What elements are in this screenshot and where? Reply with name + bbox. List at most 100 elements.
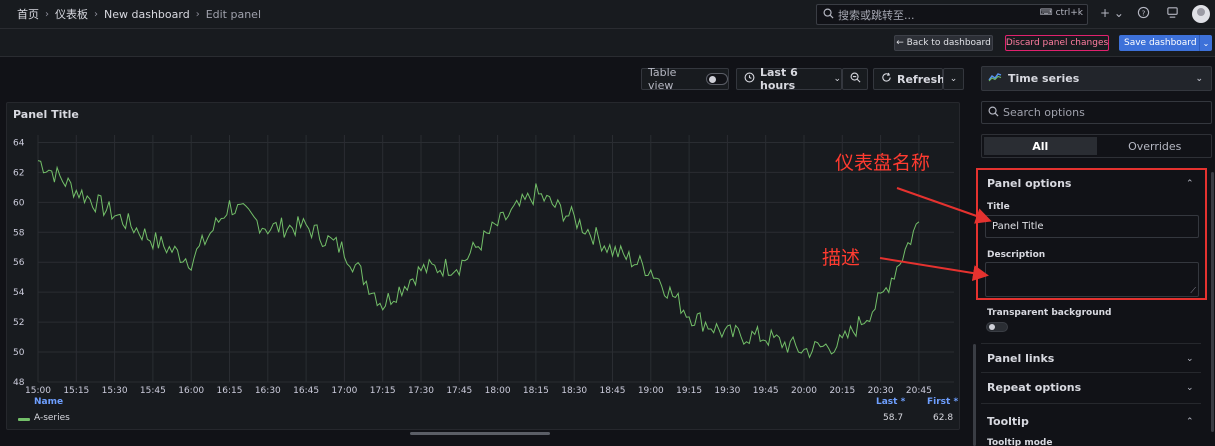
x-tick-label: 18:45 <box>600 386 626 396</box>
back-to-dashboard-button[interactable]: ← Back to dashboard <box>894 35 993 51</box>
legend-series-name[interactable]: A-series <box>34 413 70 423</box>
title-input-value: Panel Title <box>992 221 1044 232</box>
x-tick-label: 19:15 <box>676 386 702 396</box>
table-view-switch[interactable] <box>706 73 728 85</box>
refresh-button[interactable]: Refresh <box>873 68 945 90</box>
options-tabs: All Overrides <box>981 134 1212 158</box>
x-tick-label: 18:00 <box>485 386 511 396</box>
chevron-right-icon: › <box>94 8 98 20</box>
transparent-label: Transparent background <box>987 308 1112 318</box>
annotation-name-label: 仪表盘名称 <box>835 152 931 174</box>
search-icon <box>823 8 834 22</box>
y-tick-label: 48 <box>13 378 25 388</box>
legend-last-header[interactable]: Last * <box>876 397 905 407</box>
news-icon[interactable] <box>1166 6 1179 22</box>
chevron-down-icon[interactable]: ⌄ <box>1186 354 1194 364</box>
keyboard-icon: ⌨ <box>1039 8 1053 18</box>
y-tick-label: 60 <box>13 198 25 208</box>
discard-panel-changes-button[interactable]: Discard panel changes <box>1005 35 1109 51</box>
x-tick-label: 19:45 <box>753 386 779 396</box>
viz-type-label: Time series <box>1008 72 1080 85</box>
breadcrumb-home[interactable]: 首页 <box>17 6 39 22</box>
breadcrumb-current: Edit panel <box>205 7 262 21</box>
x-tick-label: 20:30 <box>868 386 894 396</box>
save-dashboard-button[interactable]: Save dashboard ⌄ <box>1119 35 1212 51</box>
description-textarea[interactable]: ⟋ <box>985 262 1199 297</box>
chevron-right-icon: › <box>45 8 49 20</box>
legend-name-header[interactable]: Name <box>34 397 63 407</box>
refresh-interval-picker[interactable]: ⌄ <box>943 68 964 90</box>
y-tick-label: 62 <box>13 168 24 178</box>
divider <box>981 403 1201 404</box>
x-tick-label: 15:15 <box>63 386 89 396</box>
tab-all[interactable]: All <box>984 137 1097 155</box>
refresh-label: Refresh <box>897 72 945 86</box>
transparent-switch[interactable] <box>986 322 1008 332</box>
legend-series-swatch <box>18 418 30 421</box>
table-view-label: Table view <box>648 66 677 92</box>
horizontal-scrollbar[interactable] <box>410 432 550 435</box>
chevron-down-icon[interactable]: ⌄ <box>1186 383 1194 393</box>
pane-splitter[interactable] <box>973 344 976 446</box>
search-options-input[interactable]: Search options <box>981 101 1212 124</box>
zoom-out-button[interactable] <box>842 68 868 90</box>
x-tick-label: 17:45 <box>446 386 472 396</box>
search-icon <box>988 106 999 120</box>
x-tick-label: 20:00 <box>791 386 817 396</box>
global-search[interactable]: 搜索或跳转至... ⌨ ctrl+k <box>816 4 1088 25</box>
zoom-out-icon <box>850 72 861 86</box>
plus-icon[interactable]: + ⌄ <box>1100 6 1124 20</box>
time-range-label: Last 6 hours <box>760 66 798 92</box>
y-tick-label: 56 <box>13 258 25 268</box>
chevron-right-icon: › <box>195 8 200 20</box>
title-input[interactable]: Panel Title <box>985 215 1199 238</box>
annotation-desc-label: 描述 <box>822 247 861 269</box>
resize-handle-icon[interactable]: ⟋ <box>1190 286 1196 296</box>
time-range-picker[interactable]: Last 6 hours ⌄ <box>736 66 842 92</box>
y-tick-label: 58 <box>13 228 25 238</box>
refresh-icon <box>881 72 892 86</box>
y-tick-label: 64 <box>13 138 25 148</box>
search-options-placeholder: Search options <box>1003 106 1085 119</box>
panel: Panel Title 48 50 52 54 56 58 60 62 64 15:00 15:15… <box>6 102 960 430</box>
chevron-down-icon[interactable]: ⌄ <box>1199 35 1212 51</box>
breadcrumb-dashboard[interactable]: New dashboard <box>104 8 190 21</box>
table-view-toggle[interactable]: Table view <box>641 66 729 92</box>
chevron-up-icon[interactable]: ⌃ <box>1186 179 1194 189</box>
x-tick-label: 15:45 <box>140 386 166 396</box>
chevron-down-icon: ⌄ <box>833 74 841 84</box>
clock-icon <box>744 72 755 86</box>
breadcrumb: 首页 › 仪表板 › New dashboard › Edit panel <box>0 6 261 22</box>
chevron-up-icon[interactable]: ⌃ <box>1186 417 1194 427</box>
x-tick-label: 20:45 <box>906 386 932 396</box>
time-series-icon <box>988 72 1002 85</box>
breadcrumb-dashboards[interactable]: 仪表板 <box>55 6 88 22</box>
time-series-chart[interactable]: 48 50 52 54 56 58 60 62 64 15:00 15:15 15:30 15:45 16… <box>7 103 961 431</box>
avatar[interactable] <box>1192 5 1210 23</box>
legend-first-value: 62.8 <box>933 413 954 423</box>
series-line-a[interactable] <box>37 160 920 359</box>
divider <box>981 372 1201 373</box>
x-tick-label: 19:00 <box>638 386 664 396</box>
x-tick-label: 15:00 <box>25 386 51 396</box>
repeat-options-header[interactable]: Repeat options <box>987 381 1081 394</box>
panel-options-header[interactable]: Panel options <box>987 177 1071 190</box>
x-tick-label: 15:30 <box>102 386 128 396</box>
tooltip-header[interactable]: Tooltip <box>987 415 1029 428</box>
y-tick-label: 54 <box>13 288 25 298</box>
x-tick-label: 20:15 <box>829 386 855 396</box>
x-tick-label: 16:00 <box>178 386 204 396</box>
search-placeholder: 搜索或跳转至... <box>838 8 915 22</box>
divider <box>981 343 1201 344</box>
x-tick-label: 19:30 <box>714 386 740 396</box>
y-tick-label: 50 <box>13 348 25 358</box>
tab-overrides[interactable]: Overrides <box>1099 135 1212 157</box>
visualization-picker[interactable]: Time series ⌄ <box>981 66 1212 91</box>
panel-links-header[interactable]: Panel links <box>987 352 1054 365</box>
save-dashboard-label: Save dashboard <box>1124 38 1197 48</box>
chevron-down-icon: ⌄ <box>1195 73 1203 84</box>
x-tick-label: 18:15 <box>523 386 549 396</box>
legend-first-header[interactable]: First * <box>927 397 958 407</box>
help-icon[interactable]: ? <box>1137 6 1150 22</box>
options-scrollbar[interactable] <box>1211 172 1214 432</box>
